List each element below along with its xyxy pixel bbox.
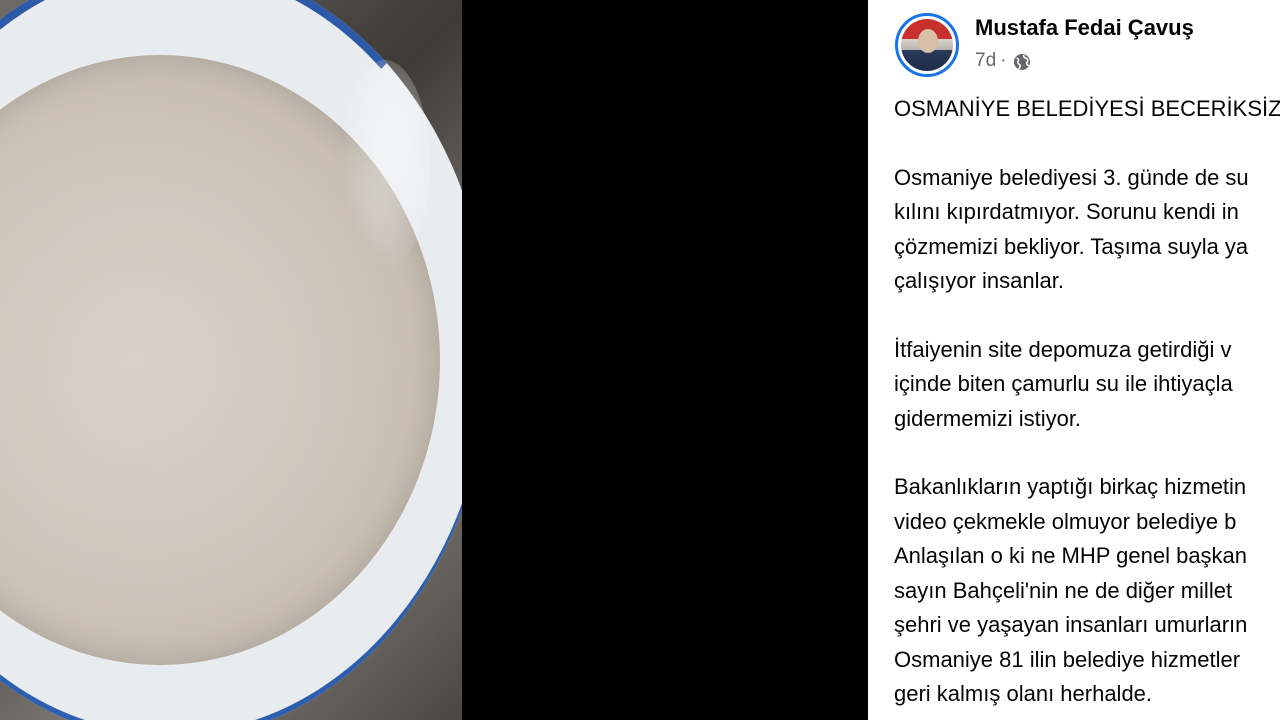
post-text-line: çözmemizi bekliyor. Taşıma suyla ya <box>894 233 1249 259</box>
author-avatar[interactable] <box>895 13 959 77</box>
post-text-line: Bakanlıkların yaptığı birkaç hizmetin <box>894 474 1247 499</box>
post-text-line: gidermemizi istiyor. <box>894 405 1082 431</box>
post-text-line: Osmaniye belediyesi 3. günde de su <box>894 164 1249 190</box>
post-text-line: video çekmekle olmuyor belediye b <box>894 508 1237 534</box>
avatar-face <box>918 29 938 53</box>
post-text-line: OSMANİYE BELEDİYESİ BECERİKSİZ <box>894 96 1280 121</box>
post-photo[interactable] <box>0 0 462 720</box>
post-card: Mustafa Fedai Çavuş 7d · OSMANİYE BELEDİ… <box>868 0 1280 720</box>
post-text-line: şehri ve yaşayan insanları umurların <box>894 612 1248 637</box>
post-text-line: İtfaiyenin site depomuza getirdiği v <box>894 336 1232 362</box>
post-text-line: kılını kıpırdatmıyor. Sorunu kendi in <box>894 199 1239 224</box>
post-text-line: Anlaşılan o ki ne MHP genel başkan <box>894 543 1248 568</box>
globe-icon[interactable] <box>1012 52 1032 72</box>
post-body: OSMANİYE BELEDİYESİ BECERİKSİZ Osmaniye b… <box>894 92 1280 712</box>
post-meta: 7d · <box>975 50 1032 72</box>
post-text-line: sayın Bahçeli'nin ne de diğer millet <box>894 577 1233 603</box>
meta-separator: · <box>1000 50 1007 71</box>
post-text-line: Osmaniye 81 ilin belediye hizmetler <box>894 646 1241 672</box>
avatar-image <box>901 19 953 71</box>
author-name[interactable]: Mustafa Fedai Çavuş <box>975 15 1194 41</box>
post-text-line: geri kalmış olanı herhalde. <box>894 681 1153 706</box>
post-text-line: içinde biten çamurlu su ile ihtiyaçla <box>894 371 1233 396</box>
bowl-shine <box>340 60 430 270</box>
post-timestamp[interactable]: 7d <box>975 50 996 72</box>
post-text-line: çalışıyor insanlar. <box>894 268 1064 293</box>
